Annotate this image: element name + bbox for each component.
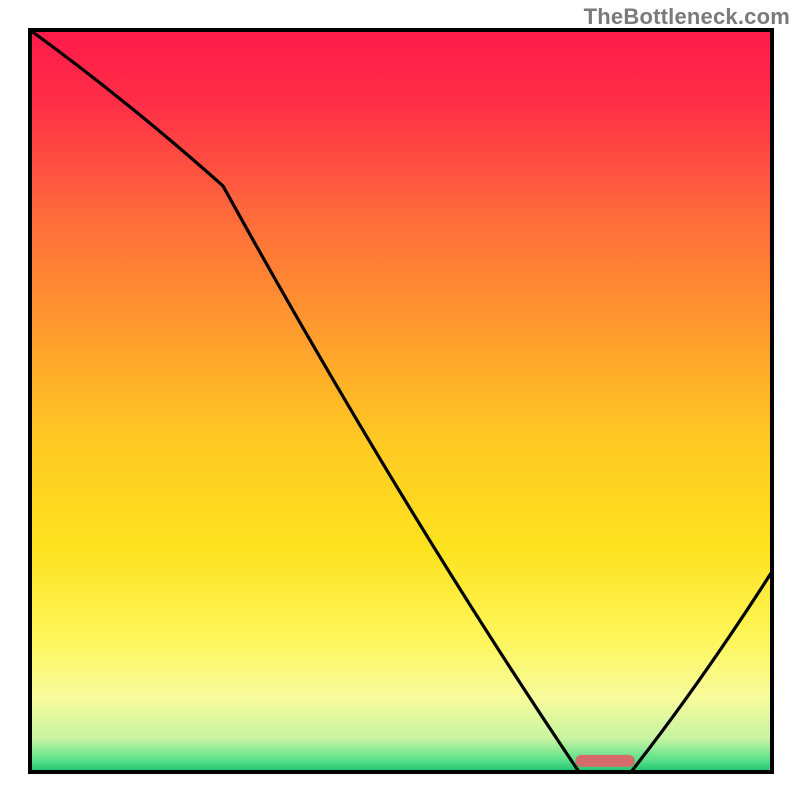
watermark-text: TheBottleneck.com	[584, 4, 790, 30]
min-marker	[575, 755, 634, 767]
chart-svg	[0, 0, 800, 800]
plot-background	[30, 30, 772, 772]
bottleneck-chart: TheBottleneck.com	[0, 0, 800, 800]
